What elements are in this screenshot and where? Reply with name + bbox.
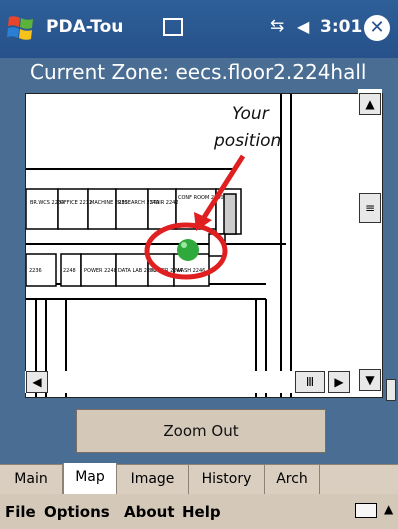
position-marker-highlight <box>181 242 187 248</box>
scroll-down-button[interactable]: ▼ <box>359 369 381 391</box>
zoom-out-button[interactable]: Zoom Out <box>76 409 326 453</box>
room-label: 2236 <box>29 268 42 274</box>
menu-about[interactable]: About <box>124 503 175 521</box>
keyboard-icon[interactable] <box>355 503 377 518</box>
annotation-position: position <box>213 131 281 151</box>
horizontal-scrollbar[interactable]: ◀ Ⅲ ▶ <box>25 371 358 393</box>
room-label: STAIR 2242 <box>150 200 179 206</box>
tab-image[interactable]: Image <box>117 465 189 494</box>
annotation-your: Your <box>232 104 270 124</box>
content-area: BR.WCS 2234 OFFICE 2232 MACHINE 2230 RES… <box>0 89 398 464</box>
close-button[interactable]: ✕ <box>364 15 390 41</box>
map-view[interactable]: BR.WCS 2234 OFFICE 2232 MACHINE 2230 RES… <box>25 93 383 398</box>
keyboard-tray-icon[interactable] <box>163 18 183 36</box>
tab-map[interactable]: Map <box>63 463 117 494</box>
room-label: OFFICE 2232 <box>60 200 92 206</box>
scroll-up-button[interactable]: ▲ <box>359 93 381 115</box>
tab-main[interactable]: Main <box>0 465 63 494</box>
sip-arrow-icon[interactable]: ▲ <box>384 502 393 516</box>
tab-bar: Main Map Image History Arch <box>0 463 398 494</box>
menu-bar: File Options About Help ▲ <box>0 494 398 529</box>
current-zone-label: Current Zone: eecs.floor2.224hall <box>30 60 367 84</box>
menu-help[interactable]: Help <box>182 503 221 521</box>
tab-history[interactable]: History <box>189 465 265 494</box>
clock[interactable]: 3:01 <box>320 17 362 37</box>
close-icon: ✕ <box>369 17 385 38</box>
position-marker <box>177 239 199 261</box>
connectivity-icon[interactable]: ⇆ <box>270 16 284 36</box>
room-label: 2248 <box>63 268 76 274</box>
side-edge-control[interactable] <box>386 379 396 401</box>
title-bar: PDA-Tou ⇆ ◀︎ 3:01 ✕ <box>0 0 398 58</box>
scroll-thumb-vertical[interactable]: ≡ <box>359 193 381 223</box>
volume-icon[interactable]: ◀︎ <box>297 17 309 36</box>
windows-start-icon[interactable] <box>6 14 36 42</box>
menu-options[interactable]: Options <box>44 503 110 521</box>
room-label: POWER 2248 <box>84 268 117 274</box>
scroll-thumb-horizontal[interactable]: Ⅲ <box>295 371 325 393</box>
menu-file[interactable]: File <box>5 503 36 521</box>
vertical-scrollbar[interactable]: ▲ ≡ ▼ <box>358 89 382 391</box>
scroll-left-button[interactable]: ◀ <box>26 371 48 393</box>
app-title: PDA-Tou <box>46 17 124 37</box>
scroll-right-button[interactable]: ▶ <box>328 371 350 393</box>
tab-arch[interactable]: Arch <box>265 465 320 494</box>
floor-plan[interactable]: BR.WCS 2234 OFFICE 2232 MACHINE 2230 RES… <box>26 94 383 398</box>
